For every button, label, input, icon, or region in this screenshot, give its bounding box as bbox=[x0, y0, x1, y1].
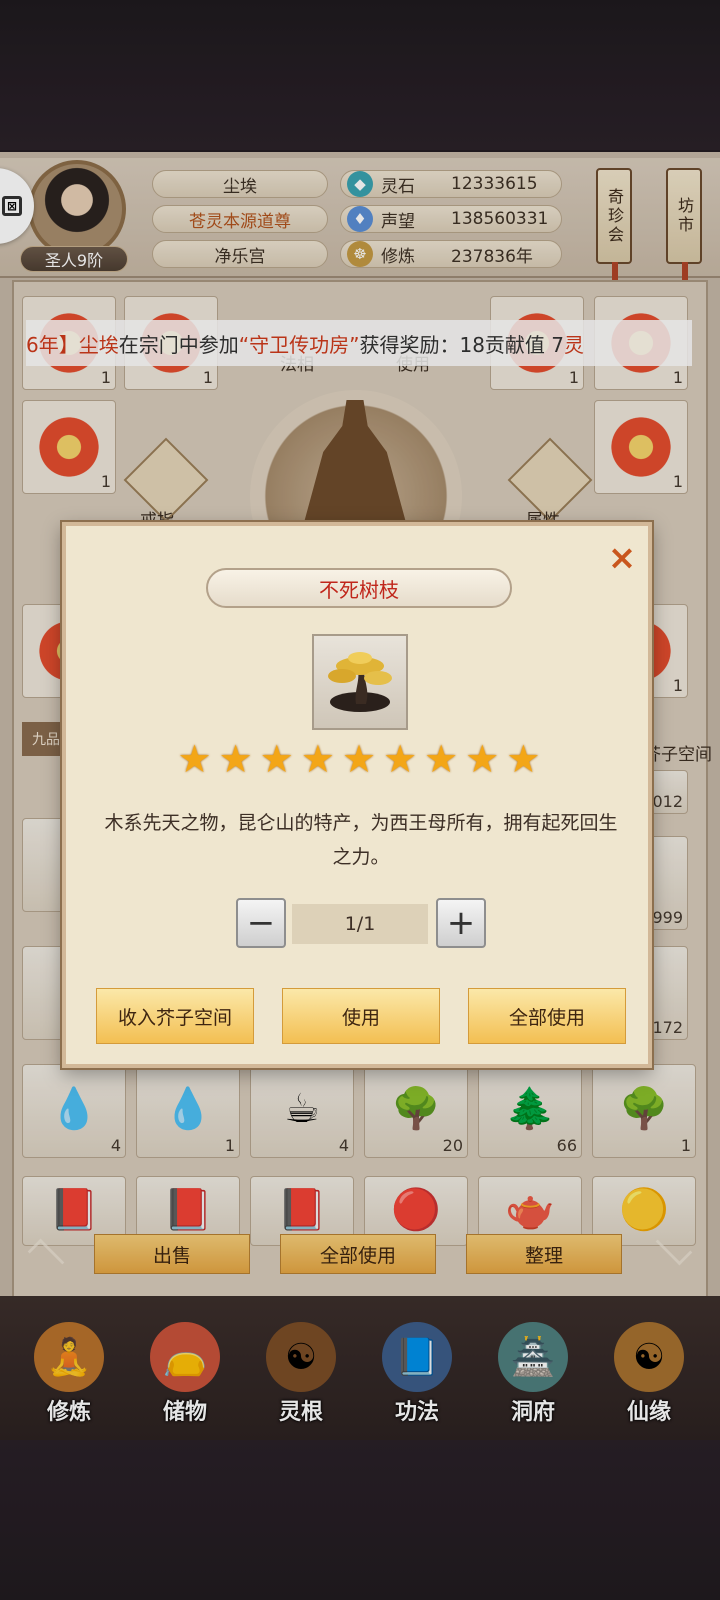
ticker-text: 获得奖励：18贡献值 7 bbox=[359, 332, 564, 357]
nav-cultivate[interactable]: 🧘 修炼 bbox=[14, 1316, 124, 1426]
nav-immortal-fate[interactable]: ☯ 仙缘 bbox=[594, 1316, 704, 1426]
resource-cultivation: ☸ 修炼 237836年 bbox=[340, 240, 562, 268]
cultivate-icon: 🧘 bbox=[34, 1322, 104, 1392]
nav-spirit-root[interactable]: ☯ 灵根 bbox=[246, 1316, 356, 1426]
item-slot[interactable]: 💧 1 bbox=[136, 1064, 240, 1158]
storage-bag-icon: 👝 bbox=[150, 1322, 220, 1392]
resource-prestige: ♦ 声望 138560331 bbox=[340, 205, 562, 233]
red-gem-icon: 🔴 bbox=[391, 1186, 441, 1233]
item-description: 木系先天之物，昆仑山的特产，为西王母所有，拥有起死回生之力。 bbox=[104, 812, 618, 868]
resource-value: 138560331 bbox=[451, 209, 549, 229]
resource-spirit-stone: ◆ 灵石 12333615 bbox=[340, 170, 562, 198]
red-scroll-icon: 📕 bbox=[163, 1186, 213, 1233]
meditation-icon: ☸ bbox=[347, 241, 373, 267]
star-icon: ★ bbox=[383, 737, 418, 781]
star-icon: ★ bbox=[259, 737, 294, 781]
item-slot[interactable]: 💧 4 bbox=[22, 1064, 126, 1158]
spirit-root-icon: ☯ bbox=[266, 1322, 336, 1392]
treasure-fair-button[interactable]: 奇珍会 bbox=[596, 168, 632, 284]
ticker-event: “守卫传功房” bbox=[238, 332, 360, 357]
player-name: 尘埃 bbox=[152, 170, 328, 198]
golden-bonsai-icon bbox=[328, 652, 392, 712]
cave-dwelling-icon: 🏯 bbox=[498, 1322, 568, 1392]
nav-cave[interactable]: 🏯 洞府 bbox=[478, 1316, 588, 1426]
item-slot[interactable]: ☕ 4 bbox=[250, 1064, 354, 1158]
increase-quantity-button[interactable]: + bbox=[436, 898, 486, 948]
resource-value: 12333615 bbox=[451, 174, 538, 194]
teal-tree-icon: 🌲 bbox=[505, 1086, 555, 1133]
red-scroll-icon: 📕 bbox=[49, 1186, 99, 1233]
status-bar-area bbox=[0, 0, 720, 150]
star-icon: ★ bbox=[218, 737, 253, 781]
store-to-mustard-space-button[interactable]: 收入芥子空间 bbox=[96, 988, 254, 1044]
player-sect: 净乐宫 bbox=[152, 240, 328, 268]
announcement-ticker: 6年】 尘埃 在宗门中参加 “守卫传功房” 获得奖励：18贡献值 7 灵 bbox=[26, 320, 692, 366]
use-all-dialog-button[interactable]: 全部使用 bbox=[468, 988, 626, 1044]
technique-book-icon: 📘 bbox=[382, 1322, 452, 1392]
green-tree-icon: 🌳 bbox=[391, 1086, 441, 1133]
water-crystal-icon: 💧 bbox=[49, 1086, 99, 1133]
resource-label: 声望 bbox=[381, 211, 415, 232]
use-all-button[interactable]: 全部使用 bbox=[280, 1234, 436, 1274]
sort-button[interactable]: 整理 bbox=[466, 1234, 622, 1274]
star-icon: ★ bbox=[177, 737, 212, 781]
item-slot[interactable]: 1 bbox=[594, 400, 688, 494]
close-icon[interactable]: × bbox=[604, 540, 640, 576]
sell-button[interactable]: 出售 bbox=[94, 1234, 250, 1274]
yellow-orb-icon: 🟡 bbox=[619, 1186, 669, 1233]
resource-label: 灵石 bbox=[381, 176, 415, 197]
spirit-stone-icon: ◆ bbox=[347, 171, 373, 197]
player-title[interactable]: 苍灵本源道尊 bbox=[152, 205, 328, 233]
item-name: 不死树枝 bbox=[206, 568, 512, 608]
star-icon: ★ bbox=[424, 737, 459, 781]
decrease-quantity-button[interactable]: − bbox=[236, 898, 286, 948]
immortal-fate-icon: ☯ bbox=[614, 1322, 684, 1392]
mustard-space-tab[interactable]: 芥子空间 bbox=[644, 740, 712, 765]
ticker-prefix: 6年】 bbox=[26, 332, 79, 357]
system-nav-area bbox=[0, 1440, 720, 1600]
market-button[interactable]: 坊市 bbox=[666, 168, 702, 284]
star-rating: ★ ★ ★ ★ ★ ★ ★ ★ ★ bbox=[176, 740, 542, 784]
use-button[interactable]: 使用 bbox=[282, 988, 440, 1044]
star-icon: ★ bbox=[341, 737, 377, 781]
item-image bbox=[312, 634, 408, 730]
teacup-icon: ☕ bbox=[284, 1086, 320, 1133]
item-slot[interactable]: 🌲 66 bbox=[478, 1064, 582, 1158]
golden-tree-icon: 🌳 bbox=[619, 1086, 669, 1133]
player-avatar[interactable] bbox=[28, 160, 126, 258]
teapot-icon: 🫖 bbox=[505, 1186, 555, 1233]
item-slot[interactable]: 🌳 20 bbox=[364, 1064, 468, 1158]
star-icon: ★ bbox=[300, 737, 335, 781]
item-slot[interactable]: 🌳 1 bbox=[592, 1064, 696, 1158]
star-icon: ★ bbox=[506, 737, 541, 781]
gallery-icon: ⊠ bbox=[2, 196, 22, 216]
ticker-player: 尘埃 bbox=[78, 332, 119, 357]
ticker-text: 在宗门中参加 bbox=[118, 332, 239, 357]
resource-value: 237836年 bbox=[451, 246, 533, 267]
red-scroll-icon: 📕 bbox=[277, 1186, 327, 1233]
star-icon: ★ bbox=[465, 737, 500, 781]
quantity-display: 1/1 bbox=[292, 904, 428, 944]
resource-label: 修炼 bbox=[381, 246, 415, 267]
ticker-suffix: 灵 bbox=[564, 332, 584, 357]
water-crystal-icon: 💧 bbox=[163, 1086, 213, 1133]
prestige-crystal-icon: ♦ bbox=[347, 206, 373, 232]
item-slot[interactable]: 1 bbox=[22, 400, 116, 494]
player-rank: 圣人9阶 bbox=[20, 246, 128, 272]
nav-storage[interactable]: 👝 储物 bbox=[130, 1316, 240, 1426]
nav-technique[interactable]: 📘 功法 bbox=[362, 1316, 472, 1426]
game-screen: 圣人9阶 ⊠ 尘埃 苍灵本源道尊 净乐宫 ◆ 灵石 12333615 ♦ 声望 … bbox=[0, 0, 720, 1600]
